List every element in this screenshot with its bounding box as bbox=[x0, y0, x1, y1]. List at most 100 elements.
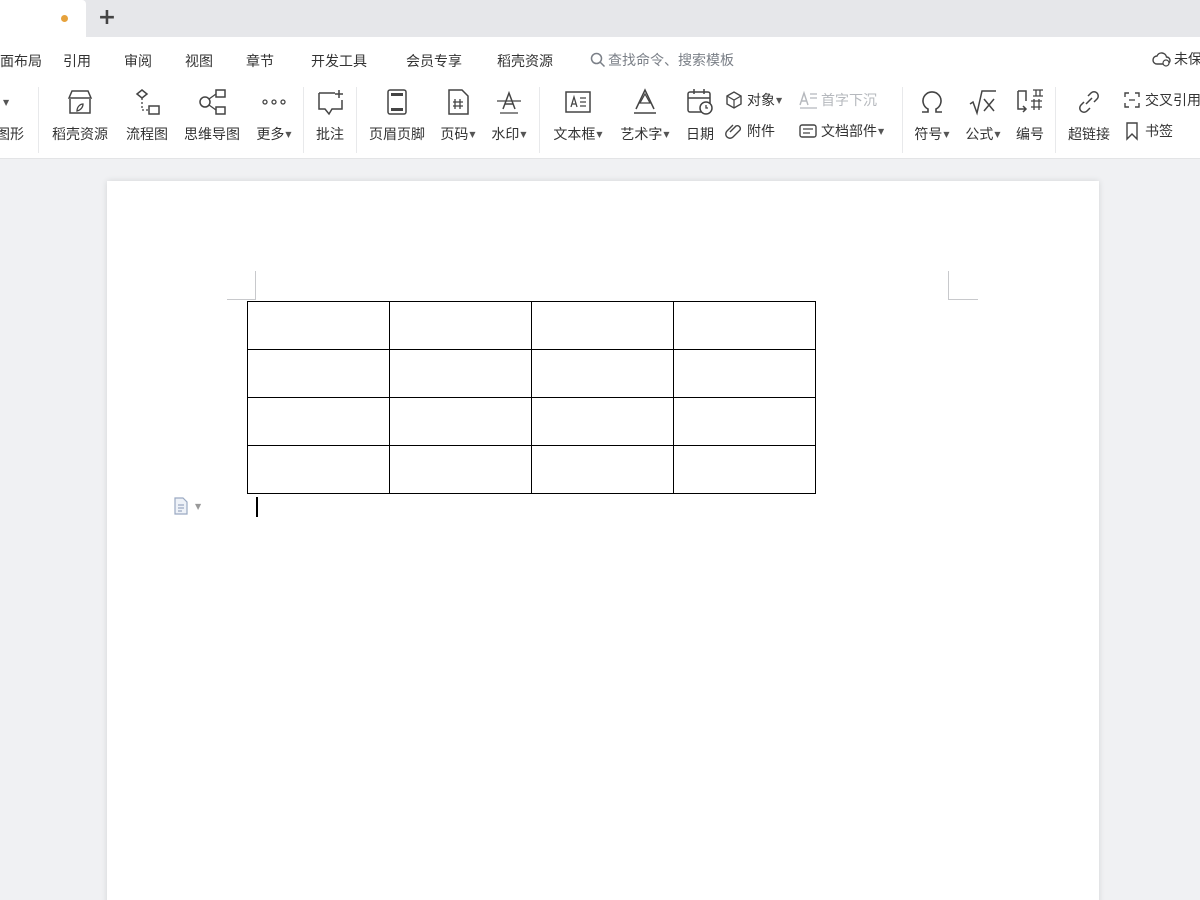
textbox-button[interactable]: 文本框▼ bbox=[548, 87, 608, 144]
numbering-icon bbox=[1017, 89, 1043, 113]
more-icon bbox=[262, 99, 286, 105]
doc-parts-label: 文档部件 bbox=[821, 124, 877, 140]
cloud-status[interactable]: 未保存 bbox=[1152, 49, 1200, 69]
paragraph-icon bbox=[174, 497, 188, 515]
date-label: 日期 bbox=[686, 127, 714, 143]
unsaved-dot-icon bbox=[61, 15, 68, 22]
new-tab-button[interactable]: + bbox=[96, 6, 118, 30]
document-page[interactable]: ▼ bbox=[107, 181, 1099, 900]
docer-resources-button[interactable]: 稻壳资源 bbox=[48, 87, 112, 144]
paragraph-layout-button[interactable]: ▼ bbox=[173, 497, 201, 515]
page-number-button[interactable]: 页码▼ bbox=[436, 87, 480, 144]
table-cell[interactable] bbox=[531, 349, 674, 398]
table-cell[interactable] bbox=[673, 301, 816, 350]
chevron-down-icon: ▼ bbox=[3, 97, 10, 107]
numbering-button[interactable]: 编号 bbox=[1012, 87, 1048, 144]
table-cell[interactable] bbox=[673, 445, 816, 494]
menu-view[interactable]: 视图 bbox=[185, 51, 213, 71]
header-footer-button[interactable]: 页眉页脚 bbox=[364, 87, 430, 144]
menu-section[interactable]: 章节 bbox=[246, 51, 274, 71]
document-table[interactable] bbox=[247, 301, 816, 494]
menu-developer[interactable]: 开发工具 bbox=[311, 51, 367, 71]
table-cell[interactable] bbox=[247, 397, 390, 446]
wordart-button[interactable]: 艺术字▼ bbox=[616, 87, 674, 144]
mindmap-label: 思维导图 bbox=[184, 127, 240, 143]
table-cell[interactable] bbox=[389, 301, 532, 350]
document-tab[interactable] bbox=[0, 0, 86, 37]
calendar-icon bbox=[687, 89, 713, 115]
menu-references[interactable]: 引用 bbox=[63, 51, 91, 71]
attachment-button[interactable]: 附件 bbox=[724, 121, 775, 141]
table-cell[interactable] bbox=[673, 397, 816, 446]
document-area: ▼ bbox=[0, 160, 1200, 900]
numbering-label: 编号 bbox=[1016, 127, 1044, 143]
hyperlink-button[interactable]: 超链接 bbox=[1064, 87, 1114, 144]
header-footer-label: 页眉页脚 bbox=[369, 127, 425, 143]
flowchart-label: 流程图 bbox=[126, 127, 168, 143]
cross-reference-button[interactable]: 交叉引用 bbox=[1122, 90, 1200, 110]
menu-review[interactable]: 审阅 bbox=[124, 51, 152, 71]
mindmap-button[interactable]: 思维导图 bbox=[180, 87, 244, 144]
cloud-label: 未保存 bbox=[1174, 52, 1200, 68]
docer-resources-label: 稻壳资源 bbox=[52, 127, 108, 143]
table-row bbox=[247, 397, 816, 446]
table-cell[interactable] bbox=[531, 301, 674, 350]
chevron-down-icon: ▼ bbox=[878, 126, 885, 136]
chevron-down-icon: ▼ bbox=[776, 95, 783, 105]
cloud-icon bbox=[1152, 52, 1171, 67]
formula-button[interactable]: 公式▼ bbox=[960, 87, 1006, 144]
insert-ribbon: ▼ 图形 稻壳资源 流程图 思维导图 更多▼ 批注 页眉页脚 页码▼ 水印▼ 文 bbox=[0, 81, 1200, 159]
more-label: 更多 bbox=[256, 127, 285, 143]
command-search[interactable]: 查找命令、搜索模板 bbox=[590, 50, 734, 70]
menu-member[interactable]: 会员专享 bbox=[406, 51, 462, 71]
search-placeholder: 查找命令、搜索模板 bbox=[608, 53, 734, 69]
table-cell[interactable] bbox=[531, 445, 674, 494]
table-cell[interactable] bbox=[673, 349, 816, 398]
hyperlink-label: 超链接 bbox=[1068, 127, 1110, 143]
symbol-button[interactable]: 符号▼ bbox=[910, 87, 954, 144]
date-button[interactable]: 日期 bbox=[682, 87, 718, 144]
watermark-icon bbox=[497, 90, 521, 114]
menu-docer[interactable]: 稻壳资源 bbox=[497, 51, 553, 71]
text-cursor bbox=[256, 497, 258, 517]
margin-corner-marker bbox=[227, 271, 256, 300]
textbox-label: 文本框 bbox=[553, 127, 596, 143]
table-cell[interactable] bbox=[389, 397, 532, 446]
table-cell[interactable] bbox=[531, 397, 674, 446]
chevron-down-icon: ▼ bbox=[520, 130, 527, 139]
table-cell[interactable] bbox=[247, 301, 390, 350]
textbox-icon bbox=[565, 91, 591, 113]
store-icon bbox=[67, 90, 93, 114]
table-cell[interactable] bbox=[247, 349, 390, 398]
shapes-button[interactable]: ▼ 图形 bbox=[0, 87, 30, 144]
chevron-down-icon: ▼ bbox=[285, 130, 292, 139]
bookmark-button[interactable]: 书签 bbox=[1122, 121, 1173, 141]
chevron-down-icon: ▼ bbox=[596, 130, 603, 139]
symbol-label: 符号 bbox=[914, 127, 943, 143]
table-cell[interactable] bbox=[389, 445, 532, 494]
mindmap-icon bbox=[199, 89, 226, 115]
doc-parts-icon bbox=[799, 124, 817, 138]
menu-page-layout[interactable]: 页面布局 bbox=[0, 51, 42, 71]
object-button[interactable]: 对象 ▼ bbox=[724, 90, 782, 110]
doc-parts-button[interactable]: 文档部件 ▼ bbox=[798, 121, 884, 141]
drop-cap-button[interactable]: 首字下沉 bbox=[798, 90, 877, 110]
table-cell[interactable] bbox=[389, 349, 532, 398]
comment-icon bbox=[318, 90, 343, 116]
cross-reference-icon bbox=[1124, 92, 1140, 108]
chevron-down-icon: ▼ bbox=[469, 130, 476, 139]
watermark-button[interactable]: 水印▼ bbox=[486, 87, 532, 144]
flowchart-icon bbox=[135, 89, 160, 115]
object-icon bbox=[726, 91, 742, 109]
formula-icon bbox=[969, 90, 996, 116]
margin-corner-marker bbox=[948, 271, 978, 300]
divider bbox=[539, 87, 540, 153]
flowchart-button[interactable]: 流程图 bbox=[122, 87, 172, 144]
more-button[interactable]: 更多▼ bbox=[252, 87, 296, 144]
search-icon bbox=[590, 52, 606, 68]
table-cell[interactable] bbox=[247, 445, 390, 494]
attachment-label: 附件 bbox=[747, 124, 775, 140]
page-number-icon bbox=[448, 89, 469, 115]
menu-bar: 页面布局 引用 审阅 视图 章节 开发工具 会员专享 稻壳资源 查找命令、搜索模… bbox=[0, 37, 1200, 81]
comment-button[interactable]: 批注 bbox=[310, 87, 350, 144]
